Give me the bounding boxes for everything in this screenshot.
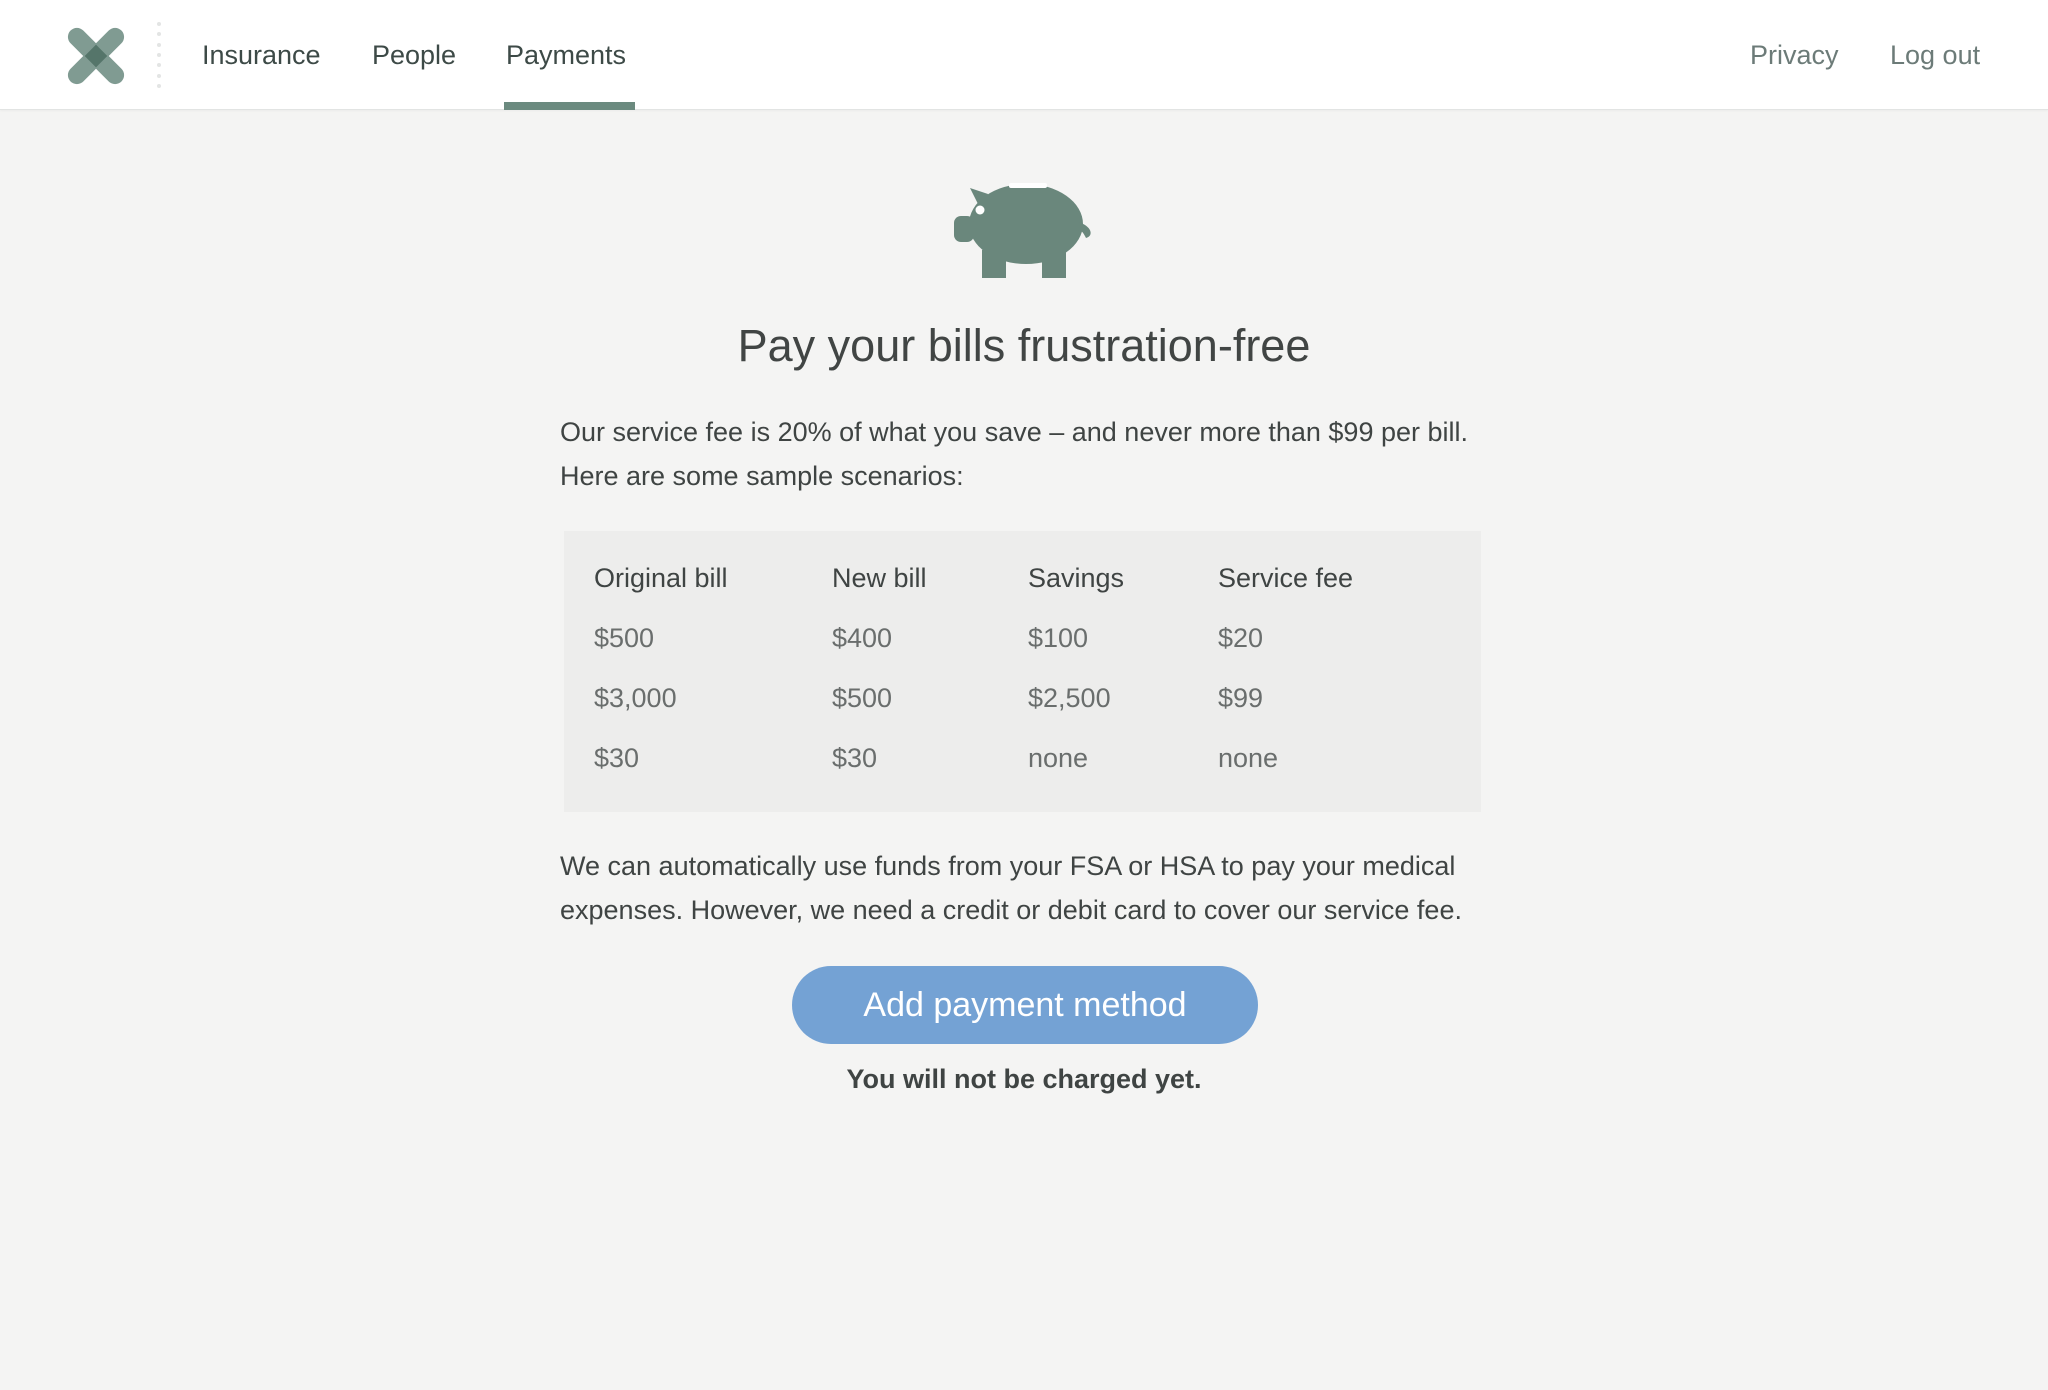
nav-divider [156,22,162,88]
fee-scenarios-table: Original bill New bill Savings Service f… [564,531,1481,812]
table-cell: $500 [594,623,655,653]
nav-tab-insurance[interactable]: Insurance [202,0,321,110]
table-cell: $30 [832,743,878,773]
table-cell: $3,000 [594,683,677,713]
intro-line-1: Our service fee is 20% of what you save … [560,417,1468,447]
nav-link-privacy[interactable]: Privacy [1750,0,1839,110]
table-cell: $20 [1218,623,1264,653]
piggy-bank-icon [954,183,1091,278]
nav-link-log-out[interactable]: Log out [1890,0,1980,110]
fsa-hsa-text: We can automatically use funds from your… [560,844,1520,932]
fsa-line-1: We can automatically use funds from your… [560,851,1456,881]
intro-text: Our service fee is 20% of what you save … [560,410,1520,498]
intro-line-2: Here are some sample scenarios: [560,461,964,491]
table-cell: $400 [832,623,893,653]
fsa-line-2: expenses. However, we need a credit or d… [560,895,1462,925]
active-tab-indicator [504,102,635,110]
page-title: Pay your bills frustration-free [737,320,1311,371]
table-cell: $100 [1028,623,1089,653]
table-cell: $500 [832,683,893,713]
logo-cross-icon[interactable] [66,26,126,86]
table-cell: $2,500 [1028,683,1111,713]
top-navigation-bar: Insurance People Payments Privacy Log ou… [0,0,2048,110]
table-header-service-fee: Service fee [1218,563,1354,593]
nav-tab-payments[interactable]: Payments [506,0,626,110]
table-header-original-bill: Original bill [594,563,728,593]
add-payment-method-button[interactable]: Add payment method [792,966,1258,1044]
table-cell: none [1218,743,1279,773]
table-header-new-bill: New bill [832,563,927,593]
table-cell: $30 [594,743,640,773]
table-cell: $99 [1218,683,1264,713]
nav-tab-people[interactable]: People [372,0,456,110]
table-header-savings: Savings [1028,563,1125,593]
not-charged-note: You will not be charged yet. [846,1064,1202,1094]
table-cell: none [1028,743,1089,773]
